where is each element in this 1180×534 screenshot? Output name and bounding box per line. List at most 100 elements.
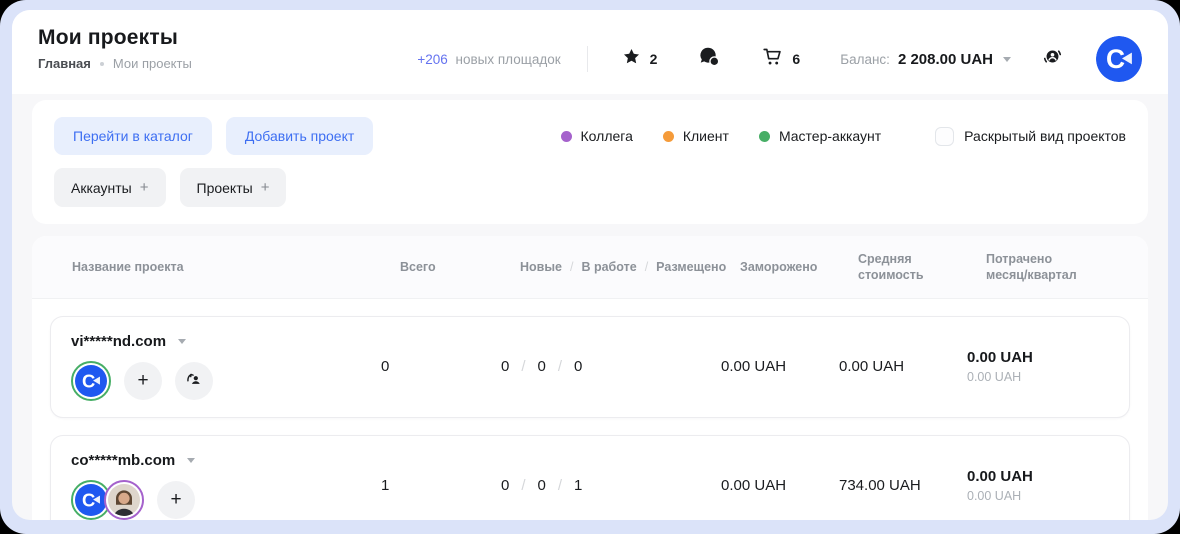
slash-separator: / — [570, 259, 573, 275]
column-header-total: Всего — [400, 259, 520, 275]
transfer-account-button[interactable] — [175, 362, 213, 400]
balance-value: 2 208.00 UAH — [898, 51, 993, 68]
project-name-dropdown[interactable]: vi*****nd.com — [71, 333, 381, 350]
master-dot-icon — [759, 131, 770, 142]
new-platforms-link[interactable]: +206 новых площадок — [417, 52, 560, 67]
account-switch-button[interactable] — [1041, 45, 1064, 73]
spent-month-value: 0.00 UAH — [967, 349, 1109, 366]
add-account-button[interactable]: + — [124, 362, 162, 400]
chevron-down-icon — [187, 458, 195, 463]
column-header-frozen: Заморожено — [740, 259, 858, 275]
new-value: 0 — [501, 477, 509, 494]
plus-icon: + — [137, 371, 148, 390]
project-row: co*****mb.com C — [50, 435, 1130, 521]
slash-separator: / — [521, 477, 525, 494]
cart-button[interactable]: 6 — [762, 46, 800, 72]
chevron-down-icon — [178, 339, 186, 344]
projects-table: Название проекта Всего Новые / В работе … — [32, 236, 1148, 520]
master-account-avatar[interactable]: C — [71, 361, 111, 401]
content-area: Перейти в каталог Добавить проект Коллег… — [12, 94, 1168, 520]
add-account-button[interactable]: + — [157, 481, 195, 519]
new-platforms-count: +206 — [417, 52, 447, 67]
avg-cost-value: 734.00 UAH — [839, 477, 967, 494]
colleague-avatar[interactable] — [104, 480, 144, 520]
project-name-dropdown[interactable]: co*****mb.com — [71, 452, 381, 469]
accounts-filter-label: Аккаунты — [71, 180, 132, 196]
projects-filter-chip[interactable]: Проекты + — [180, 168, 287, 207]
colleague-dot-icon — [561, 131, 572, 142]
chevron-down-icon — [1003, 57, 1011, 62]
breadcrumb-separator-icon — [100, 62, 104, 66]
table-body: vi*****nd.com C — [32, 299, 1148, 521]
legend-item-colleague: Коллега — [561, 128, 633, 144]
go-to-catalog-button[interactable]: Перейти в каталог — [54, 117, 212, 155]
column-header-statuses: Новые / В работе / Размещено — [520, 259, 740, 275]
plus-icon: + — [170, 490, 181, 509]
legend-label: Мастер-аккаунт — [779, 128, 881, 144]
placed-value: 0 — [574, 358, 582, 375]
top-bar-actions: +206 новых площадок 2 — [417, 26, 1142, 82]
spent-month-value: 0.00 UAH — [967, 468, 1109, 485]
toolbar-card: Перейти в каталог Добавить проект Коллег… — [32, 100, 1148, 224]
filter-chips: Аккаунты + Проекты + — [54, 168, 1126, 207]
app-frame: Мои проекты Главная Мои проекты +206 нов… — [0, 0, 1180, 534]
top-bar: Мои проекты Главная Мои проекты +206 нов… — [12, 10, 1168, 94]
new-value: 0 — [501, 358, 509, 375]
total-value: 1 — [381, 477, 501, 494]
new-platforms-label: новых площадок — [456, 52, 561, 67]
slash-separator: / — [521, 358, 525, 375]
in-progress-value: 0 — [538, 477, 546, 494]
breadcrumb-home[interactable]: Главная — [38, 56, 91, 71]
project-accounts: C + — [71, 361, 381, 401]
frozen-value: 0.00 UAH — [721, 358, 839, 375]
column-header-in-progress: В работе — [581, 259, 636, 275]
spent-quarter-value: 0.00 UAH — [967, 370, 1109, 384]
cart-count: 6 — [792, 51, 800, 67]
projects-filter-label: Проекты — [197, 180, 253, 196]
slash-separator: / — [558, 477, 562, 494]
plus-icon: + — [261, 179, 270, 196]
page: Мои проекты Главная Мои проекты +206 нов… — [12, 10, 1168, 520]
balance-label: Баланс: — [840, 52, 890, 67]
column-header-name: Название проекта — [72, 259, 400, 275]
project-row: vi*****nd.com C — [50, 316, 1130, 418]
messages-button[interactable] — [699, 46, 720, 72]
favorites-button[interactable]: 2 — [622, 47, 658, 71]
legend: Коллега Клиент Мастер-аккаунт Раскр — [561, 127, 1126, 146]
title-block: Мои проекты Главная Мои проекты — [38, 26, 192, 71]
slash-separator: / — [645, 259, 648, 275]
page-title: Мои проекты — [38, 26, 192, 50]
total-value: 0 — [381, 358, 501, 375]
favorites-count: 2 — [650, 51, 658, 67]
spent-quarter-value: 0.00 UAH — [967, 489, 1109, 503]
legend-item-client: Клиент — [663, 128, 729, 144]
project-name: co*****mb.com — [71, 452, 175, 469]
divider — [587, 46, 588, 72]
column-header-placed: Размещено — [656, 259, 726, 275]
column-header-avg-cost: Средняя стоимость — [858, 251, 986, 284]
user-avatar[interactable]: C — [1096, 36, 1142, 82]
action-buttons: Перейти в каталог Добавить проект — [54, 117, 373, 155]
status-values: 0 / 0 / 1 — [501, 477, 721, 494]
accounts-filter-chip[interactable]: Аккаунты + — [54, 168, 166, 207]
spent-cell: 0.00 UAH 0.00 UAH — [967, 468, 1109, 503]
frozen-value: 0.00 UAH — [721, 477, 839, 494]
legend-item-master: Мастер-аккаунт — [759, 128, 881, 144]
in-progress-value: 0 — [538, 358, 546, 375]
column-header-spent: Потрачено месяц/квартал — [986, 251, 1128, 284]
cart-icon — [762, 46, 783, 72]
expanded-view-checkbox[interactable] — [935, 127, 954, 146]
status-values: 0 / 0 / 0 — [501, 358, 721, 375]
chat-icon — [699, 46, 720, 72]
project-accounts: C — [71, 480, 381, 520]
transfer-user-icon — [184, 369, 205, 393]
spent-cell: 0.00 UAH 0.00 UAH — [967, 349, 1109, 384]
expanded-view-label: Раскрытый вид проектов — [964, 128, 1126, 144]
expanded-view-toggle[interactable]: Раскрытый вид проектов — [935, 127, 1126, 146]
breadcrumb: Главная Мои проекты — [38, 56, 192, 71]
client-dot-icon — [663, 131, 674, 142]
breadcrumb-current: Мои проекты — [113, 56, 192, 71]
slash-separator: / — [558, 358, 562, 375]
add-project-button[interactable]: Добавить проект — [226, 117, 373, 155]
balance-dropdown[interactable]: Баланс: 2 208.00 UAH — [840, 51, 1011, 68]
